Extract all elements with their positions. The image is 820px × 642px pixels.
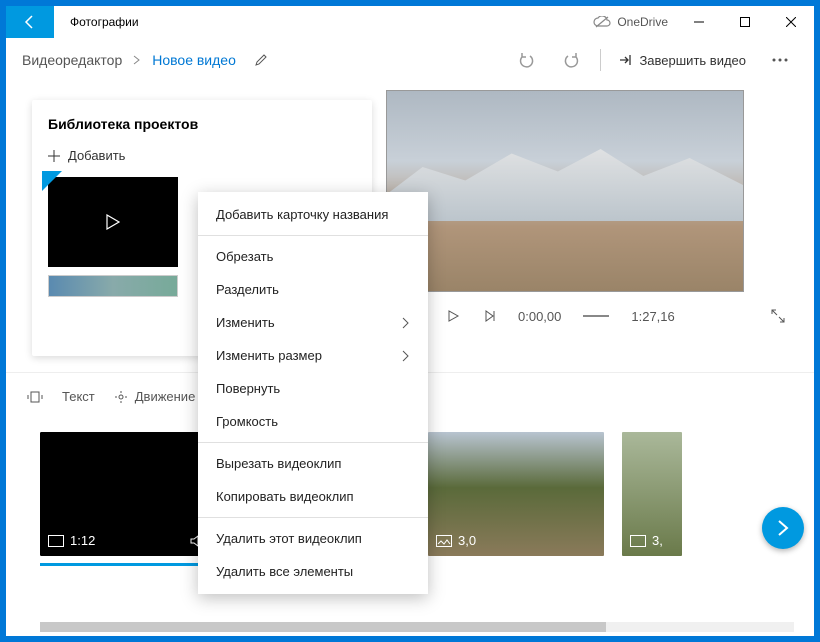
chevron-right-icon — [132, 55, 142, 65]
ctx-volume[interactable]: Громкость — [198, 405, 428, 438]
chevron-right-icon — [402, 317, 410, 329]
storyboard-clip[interactable]: 3, — [622, 432, 682, 556]
scroll-next-button[interactable] — [762, 507, 804, 549]
video-preview[interactable] — [386, 90, 744, 292]
library-thumbnail[interactable] — [48, 177, 178, 267]
context-menu: Добавить карточку названия Обрезать Разд… — [198, 192, 428, 594]
ctx-delete-all[interactable]: Удалить все элементы — [198, 555, 428, 588]
app-title: Фотографии — [70, 15, 139, 29]
onedrive-status[interactable]: OneDrive — [593, 15, 668, 29]
play-button[interactable] — [446, 309, 460, 323]
place-button[interactable] — [26, 390, 44, 404]
ctx-edit[interactable]: Изменить — [198, 306, 428, 339]
back-button[interactable] — [6, 6, 54, 38]
ctx-split[interactable]: Разделить — [198, 273, 428, 306]
export-icon — [617, 52, 633, 68]
time-current: 0:00,00 — [518, 309, 561, 324]
preview-panel: 0:00,00 1:27,16 — [386, 82, 814, 372]
ctx-trim[interactable]: Обрезать — [198, 240, 428, 273]
video-icon — [48, 535, 64, 547]
breadcrumb-current[interactable]: Новое видео — [152, 52, 236, 68]
image-icon — [630, 535, 646, 547]
ctx-delete-clip[interactable]: Удалить этот видеоклип — [198, 522, 428, 555]
image-icon — [436, 535, 452, 547]
ctx-cut-clip[interactable]: Вырезать видеоклип — [198, 447, 428, 480]
breadcrumb-root[interactable]: Видеоредактор — [22, 52, 122, 68]
breadcrumb: Видеоредактор Новое видео — [22, 52, 268, 68]
redo-button[interactable] — [554, 42, 590, 78]
storyboard-scrollbar[interactable] — [40, 622, 794, 632]
storyboard-clip[interactable]: 3,0 — [428, 432, 604, 556]
app-window: Фотографии OneDrive Видеоредактор Новое … — [6, 6, 814, 636]
minimize-button[interactable] — [676, 6, 722, 38]
ctx-rotate[interactable]: Повернуть — [198, 372, 428, 405]
time-slider[interactable] — [583, 315, 609, 317]
titlebar: Фотографии OneDrive — [6, 6, 814, 38]
more-button[interactable] — [762, 42, 798, 78]
motion-icon — [113, 389, 129, 405]
library-filmstrip[interactable] — [48, 275, 178, 297]
main-toolbar: Видеоредактор Новое видео Завершить виде… — [6, 38, 814, 82]
pencil-icon — [254, 53, 268, 67]
add-media-button[interactable]: Добавить — [48, 148, 356, 163]
library-title: Библиотека проектов — [48, 116, 356, 132]
close-button[interactable] — [768, 6, 814, 38]
text-button[interactable]: Текст — [62, 389, 95, 404]
play-icon — [106, 214, 120, 230]
chevron-right-icon — [776, 519, 790, 537]
fullscreen-button[interactable] — [770, 308, 786, 324]
undo-button[interactable] — [508, 42, 544, 78]
edit-title-button[interactable] — [254, 53, 268, 67]
next-frame-button[interactable] — [482, 309, 496, 323]
cloud-icon — [593, 16, 611, 28]
storyboard-clip[interactable]: 1:12 — [40, 432, 216, 556]
maximize-button[interactable] — [722, 6, 768, 38]
ctx-add-title-card[interactable]: Добавить карточку названия — [198, 198, 428, 231]
ctx-copy-clip[interactable]: Копировать видеоклип — [198, 480, 428, 513]
playback-controls: 0:00,00 1:27,16 — [386, 308, 786, 324]
plus-icon — [48, 150, 60, 162]
chevron-right-icon — [402, 350, 410, 362]
finish-video-button[interactable]: Завершить видео — [611, 52, 752, 68]
time-total: 1:27,16 — [631, 309, 674, 324]
ctx-resize[interactable]: Изменить размер — [198, 339, 428, 372]
motion-button[interactable]: Движение — [113, 389, 196, 405]
